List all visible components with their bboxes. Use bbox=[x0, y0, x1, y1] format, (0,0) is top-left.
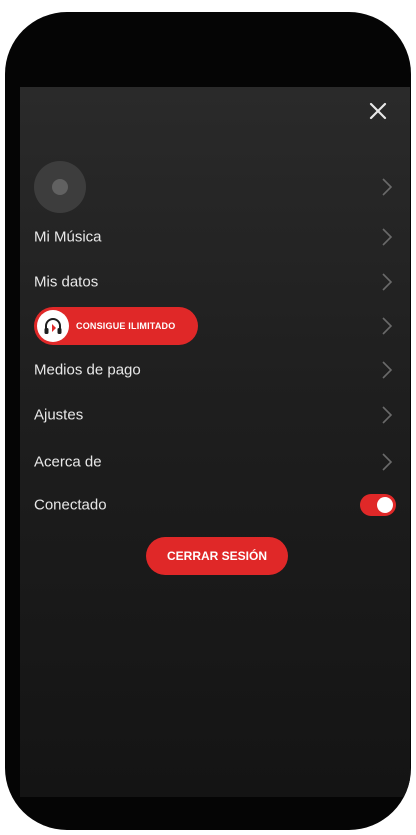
chevron-right-icon bbox=[382, 178, 393, 196]
user-icon bbox=[52, 179, 68, 195]
profile-row[interactable] bbox=[20, 157, 410, 217]
avatar[interactable] bbox=[34, 161, 86, 213]
menu-item-ajustes[interactable]: Ajustes bbox=[20, 397, 410, 433]
menu-item-label: Ajustes bbox=[34, 406, 84, 424]
connected-row: Conectado bbox=[20, 487, 410, 523]
menu-item-label: Mis datos bbox=[34, 273, 99, 291]
chevron-right-icon bbox=[382, 406, 393, 424]
phone-frame: Mi Música Mis datos CONSIGUE ILIMITADO M… bbox=[5, 12, 411, 830]
chevron-right-icon bbox=[382, 317, 393, 335]
connected-toggle[interactable] bbox=[360, 494, 396, 516]
menu-item-mis-datos[interactable]: Mis datos bbox=[20, 264, 410, 300]
connected-label: Conectado bbox=[34, 496, 107, 514]
menu-item-medios-de-pago[interactable]: Medios de pago bbox=[20, 352, 410, 388]
chevron-right-icon bbox=[382, 361, 393, 379]
headphones-icon bbox=[37, 310, 69, 342]
toggle-knob bbox=[377, 497, 393, 513]
promo-label: CONSIGUE ILIMITADO bbox=[76, 321, 176, 331]
menu-item-label: Mi Música bbox=[34, 228, 102, 246]
menu-item-mi-musica[interactable]: Mi Música bbox=[20, 219, 410, 255]
menu-item-acerca-de[interactable]: Acerca de bbox=[20, 444, 410, 480]
chevron-right-icon bbox=[382, 453, 393, 471]
get-unlimited-button[interactable]: CONSIGUE ILIMITADO bbox=[34, 307, 198, 345]
chevron-right-icon bbox=[382, 273, 393, 291]
logout-button[interactable]: CERRAR SESIÓN bbox=[146, 537, 288, 575]
close-icon bbox=[369, 102, 387, 120]
chevron-right-icon bbox=[382, 228, 393, 246]
menu-item-label: Acerca de bbox=[34, 453, 102, 471]
promo-row[interactable]: CONSIGUE ILIMITADO bbox=[20, 305, 410, 347]
menu-screen: Mi Música Mis datos CONSIGUE ILIMITADO M… bbox=[20, 87, 410, 797]
menu-item-label: Medios de pago bbox=[34, 361, 141, 379]
close-button[interactable] bbox=[364, 97, 392, 125]
